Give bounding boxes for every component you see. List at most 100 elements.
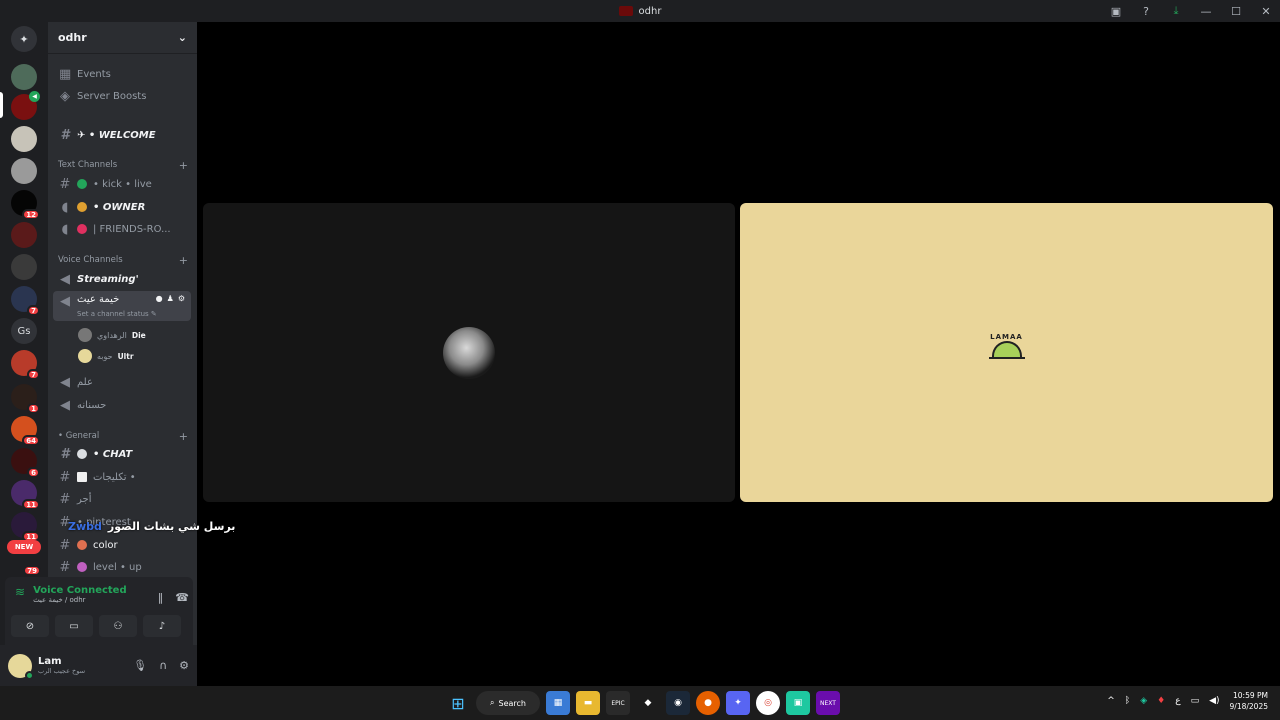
clock[interactable]: 10:59 PM 9/18/2025 <box>1230 690 1268 712</box>
channel-text[interactable]: # أجر <box>53 489 191 509</box>
hash-icon: # <box>59 176 71 192</box>
server-icon[interactable] <box>11 158 37 184</box>
plus-icon[interactable]: + <box>179 159 188 172</box>
hash-icon: # <box>59 537 71 553</box>
server-header[interactable]: odhr ⌄ <box>48 22 197 54</box>
hash-icon: # <box>59 469 71 485</box>
screen-share-icon[interactable]: ▣ <box>1108 3 1124 19</box>
voice-user[interactable]: الرهداوي Die <box>78 327 146 343</box>
channel-streaming[interactable]: ◀ Streaming' <box>53 269 191 289</box>
plus-icon[interactable]: + <box>179 430 188 443</box>
app-icon <box>618 6 633 16</box>
channel-level-up[interactable]: # level • up <box>53 557 191 577</box>
announcement-icon: ◖ <box>61 221 69 237</box>
category-text-channels[interactable]: Text Channels + <box>58 158 188 172</box>
steam-icon[interactable]: ◉ <box>666 691 690 715</box>
unity-icon[interactable]: ◆ <box>636 691 660 715</box>
server-icon-odhr[interactable]: ◀ <box>11 91 40 120</box>
hash-icon: # <box>59 491 71 507</box>
volume-icon[interactable]: ◀) <box>1209 696 1219 706</box>
channel-kick-live[interactable]: # • kick • live <box>53 174 191 194</box>
category-voice-channels[interactable]: Voice Channels + <box>58 253 188 267</box>
gear-icon[interactable]: ⚙ <box>178 294 185 303</box>
chevron-up-icon[interactable]: ^ <box>1107 696 1115 706</box>
server-icon[interactable]: 12 <box>11 190 40 220</box>
windows-start-icon[interactable]: ⊞ <box>446 691 470 715</box>
close-button[interactable]: ✕ <box>1258 3 1274 19</box>
share-screen-button[interactable]: ▭ <box>55 615 93 637</box>
tray-app-icon[interactable]: ◈ <box>1140 696 1147 706</box>
search-button[interactable]: ⌕ Search <box>476 691 540 715</box>
signal-icon[interactable]: ≋ <box>15 585 25 599</box>
server-icon[interactable]: 7 <box>11 350 40 380</box>
events-item[interactable]: ▦ Events <box>53 64 191 84</box>
store-icon[interactable]: ▦ <box>546 691 570 715</box>
channel-label: • CHAT <box>93 448 133 460</box>
user-avatar[interactable] <box>8 653 34 680</box>
download-icon[interactable]: ⤓ <box>1168 3 1184 19</box>
help-icon[interactable]: ? <box>1138 3 1154 19</box>
participant-tile[interactable]: LAMAA <box>740 203 1273 502</box>
maximize-button[interactable]: ☐ <box>1228 3 1244 19</box>
server-icon[interactable] <box>11 126 37 152</box>
microphone-icon[interactable]: 🎙︎ <box>133 659 147 672</box>
channel-text[interactable]: # تكليجات • <box>53 467 191 487</box>
announcement-icon: ◖ <box>61 199 69 215</box>
bluetooth-icon[interactable]: ᛒ <box>1125 696 1130 706</box>
voice-user-tag: Ultr <box>117 351 134 361</box>
server-icon-gs[interactable]: Gs <box>11 318 37 344</box>
voice-user[interactable]: حوبه Ultr <box>78 348 134 364</box>
home-button[interactable]: ✦ <box>11 26 37 52</box>
server-icon[interactable]: 7 <box>11 286 40 316</box>
chat-icon[interactable]: ● <box>156 294 163 303</box>
headphones-icon[interactable]: ∩ <box>159 659 167 672</box>
voice-status-label[interactable]: Voice Connected <box>33 585 127 596</box>
channel-voice[interactable]: ◀ حسنانه <box>53 395 191 415</box>
voice-stage: LAMAA <box>197 22 1280 686</box>
server-icon[interactable]: 6 <box>11 448 40 478</box>
language-indicator[interactable]: ع <box>1175 696 1180 706</box>
app-icon[interactable]: ▣ <box>786 691 810 715</box>
file-explorer-icon[interactable]: ▬ <box>576 691 600 715</box>
firefox-icon[interactable]: ● <box>696 691 720 715</box>
channel-welcome[interactable]: # ✈ • WELCOME <box>53 125 191 145</box>
camera-off-button[interactable]: ⊘ <box>11 615 49 637</box>
user-name[interactable]: Lam <box>38 656 85 667</box>
server-icon[interactable] <box>11 222 37 248</box>
channel-owner[interactable]: ◖ • OWNER <box>53 197 191 217</box>
category-general[interactable]: • General + <box>58 429 188 443</box>
plus-icon[interactable]: + <box>179 254 188 267</box>
participant-tile[interactable] <box>203 203 735 502</box>
speech-bubble-icon <box>77 449 87 459</box>
microphone-icon[interactable]: ♦ <box>1157 696 1165 706</box>
heart-icon <box>77 224 87 234</box>
disconnect-icon[interactable]: ☎ <box>175 591 189 604</box>
server-icon[interactable] <box>11 254 37 280</box>
noise-suppression-icon[interactable]: ‖ <box>158 591 164 604</box>
next-app-icon[interactable]: NEXT <box>816 691 840 715</box>
server-icon[interactable]: 11 <box>11 480 40 510</box>
activity-button[interactable]: ⚇ <box>99 615 137 637</box>
discord-taskbar-icon[interactable]: ✦ <box>726 691 750 715</box>
channel-chat[interactable]: # • CHAT <box>53 444 191 464</box>
server-icon[interactable]: 64 <box>11 416 40 446</box>
gear-icon[interactable]: ⚙ <box>179 659 189 672</box>
channel-color[interactable]: # color <box>53 535 191 555</box>
server-icon[interactable]: 11 <box>11 512 40 542</box>
minimize-button[interactable]: — <box>1198 3 1214 19</box>
epic-games-icon[interactable]: EPIC <box>606 691 630 715</box>
channel-status-prompt[interactable]: Set a channel status ✎ <box>77 310 157 318</box>
channel-friends[interactable]: ◖ | FRIENDS-RO... <box>53 219 191 239</box>
server-icon[interactable] <box>11 64 37 90</box>
chevron-down-icon: ⌄ <box>177 31 187 44</box>
chrome-icon[interactable]: ◎ <box>756 691 780 715</box>
server-boosts-item[interactable]: ◈ Server Boosts <box>53 86 191 106</box>
channel-voice[interactable]: ◀ علم <box>53 372 191 392</box>
hash-icon: # <box>60 127 70 143</box>
network-icon[interactable]: ▭ <box>1191 696 1200 706</box>
new-servers-badge[interactable]: NEW 79 <box>7 540 41 576</box>
soundboard-button[interactable]: ♪ <box>143 615 181 637</box>
server-icon[interactable]: 1 <box>11 384 40 414</box>
logo-dome <box>991 340 1022 357</box>
invite-icon[interactable]: ♟ <box>167 294 174 303</box>
